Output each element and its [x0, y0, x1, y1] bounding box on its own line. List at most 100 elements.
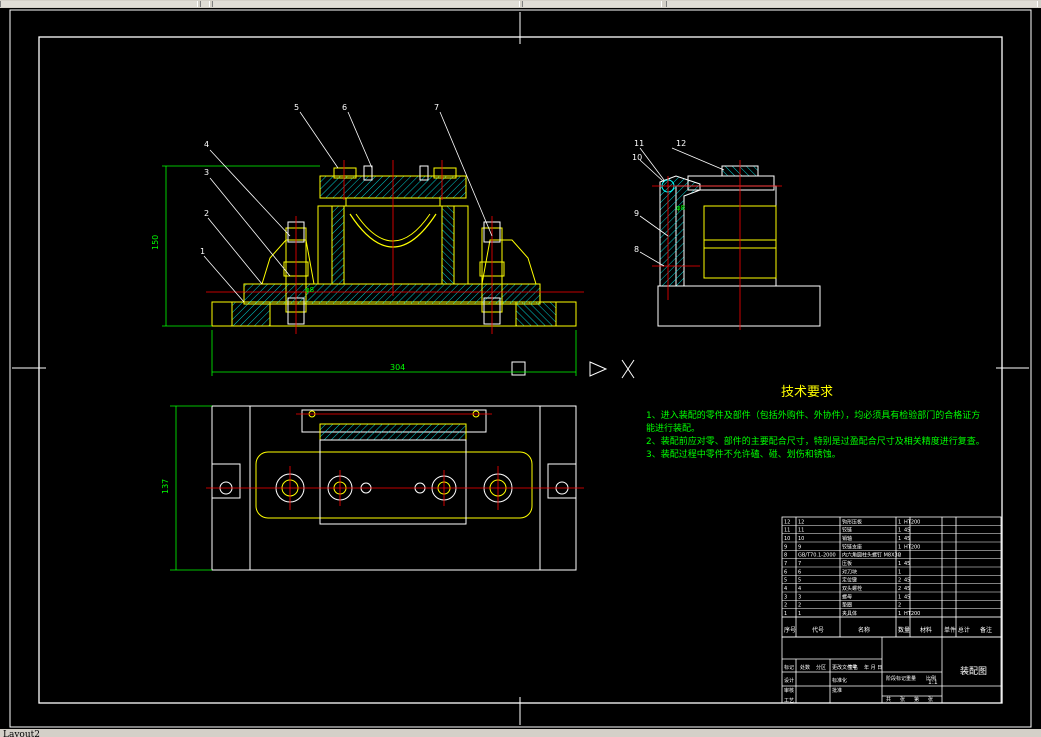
- top-dimensions: [170, 405, 212, 571]
- balloon-11: 11: [634, 139, 644, 148]
- title-block-left-label: 工艺: [784, 698, 794, 704]
- bom-header-cell: 材料: [920, 626, 932, 634]
- bom-cell: 10: [798, 536, 804, 542]
- cad-drawing: 150 304 φ8 1 2 3 4 5 6 7 φ8 11 12 10 9 8…: [9, 9, 1032, 728]
- title-block-sheet-label: 张: [900, 696, 905, 703]
- dim-height-front: 150: [151, 235, 160, 250]
- bom-cell: 5: [784, 578, 787, 584]
- bom-cell: 压板: [842, 560, 852, 567]
- bom-header-cell: 序号: [784, 626, 796, 634]
- bom-cell: 1: [898, 569, 901, 575]
- bom-cell: 销轴: [842, 535, 852, 542]
- tech-req-list: 1、进入装配的零件及部件（包括外购件、外协件），均必须具有检验部门的合格证方能进…: [646, 411, 985, 460]
- bom-cell: 1: [898, 611, 901, 617]
- bom-cell: 2: [798, 603, 801, 609]
- toolbar-segment[interactable]: [522, 1, 662, 7]
- balloon-12: 12: [676, 139, 686, 148]
- bom-cell: 1: [898, 561, 901, 567]
- drawing-name: 装配图: [960, 665, 987, 677]
- title-block-row-label: 签名: [848, 664, 858, 671]
- bom-cell: 内六角圆柱头螺钉 M8X30: [842, 552, 901, 559]
- title-block-mid-label: 标准化: [832, 677, 847, 684]
- balloon-9: 9: [634, 209, 639, 218]
- bom-cell: 1: [898, 519, 901, 525]
- bom-table: [781, 516, 1002, 638]
- balloon-6: 6: [342, 103, 347, 112]
- bom-cell: 2: [898, 578, 901, 584]
- title-block-right-label: 重量: [906, 675, 916, 682]
- bom-cell: 11: [784, 528, 790, 534]
- sheet-outer-border: [9, 9, 1032, 728]
- balloon-2: 2: [204, 209, 209, 218]
- title-block-labels: 标记 处数 分区 更改文件号签名年 月 日设计审核工艺标准化批准阶段标记 重量 比例共张第…: [784, 664, 936, 704]
- dim-height-top: 137: [161, 479, 170, 494]
- bom-cell: 9: [798, 544, 801, 550]
- bom-cell: 4: [798, 586, 801, 592]
- bom-cell: 定位键: [842, 577, 857, 584]
- dim-overall-width: 304: [390, 363, 405, 372]
- bom-cell: 10: [784, 536, 790, 542]
- bom-cell: 9: [784, 544, 787, 550]
- title-block-row-label: 分区: [816, 664, 826, 671]
- bom-cell: 1: [798, 611, 801, 617]
- top-view: [206, 405, 584, 571]
- tech-req-3: 3、装配过程中零件不允许磕、碰、划伤和锈蚀。: [646, 450, 841, 460]
- tech-req-2: 2、装配前应对零、部件的主要配合尺寸，特别是过盈配合尺寸及相关精度进行复查。: [646, 437, 985, 447]
- bom-cell: 双头螺栓: [842, 585, 862, 592]
- bom-cell: 钩形压板: [842, 518, 862, 525]
- centering-marks: [12, 12, 1029, 725]
- bom-cell: 45: [904, 594, 910, 600]
- bom-cell: HT200: [904, 519, 920, 525]
- bom-cell: 对刀块: [842, 568, 857, 575]
- toolbar-segment[interactable]: [200, 1, 210, 7]
- bom-cell: 2: [898, 553, 901, 559]
- bom-cell: 7: [798, 561, 801, 567]
- balloon-7: 7: [434, 103, 439, 112]
- bom-cell: 7: [784, 561, 787, 567]
- bom-cell: 铰链支座: [842, 543, 862, 550]
- title-block-sheet-label: 张: [928, 696, 933, 703]
- projection-symbol: [589, 359, 635, 379]
- bom-cell: 12: [784, 519, 790, 525]
- svg-text:φ8: φ8: [676, 204, 685, 212]
- bom-cell: HT200: [904, 611, 920, 617]
- bom-cell: 1: [784, 611, 787, 617]
- bom-cell: 6: [798, 569, 801, 575]
- title-block-right-label: 比例: [926, 675, 936, 682]
- bom-cell: 螺母: [842, 593, 852, 600]
- bom-cell: 45: [904, 536, 910, 542]
- balloon-10: 10: [632, 153, 642, 162]
- title-block-row-label: 年 月 日: [864, 664, 882, 671]
- bom-cell: 5: [798, 578, 801, 584]
- toolbar-segment[interactable]: [666, 1, 1038, 7]
- bom-cell: 6: [784, 569, 787, 575]
- bom-cell: 4: [784, 586, 787, 592]
- title-block-row-label: 处数: [800, 664, 810, 671]
- bom-cell: 12: [798, 519, 804, 525]
- bom-cell: 45: [904, 578, 910, 584]
- title-block-sheet-label: 第: [914, 696, 919, 703]
- title-block-right-label: 阶段标记: [886, 675, 906, 682]
- balloon-5: 5: [294, 103, 299, 112]
- bom-cell: 铰链: [842, 527, 852, 534]
- balloon-8: 8: [634, 245, 639, 254]
- bom-cell: 45: [904, 586, 910, 592]
- toolbar-segment[interactable]: [212, 1, 520, 7]
- bom-cell: 45: [904, 561, 910, 567]
- balloon-1: 1: [200, 247, 205, 256]
- bom-header-cell: 单件 总计: [944, 626, 970, 634]
- window-top-strip: [0, 0, 1041, 8]
- bom-cell: 1: [898, 536, 901, 542]
- bom-cell: 2: [898, 586, 901, 592]
- status-bar: Layout2: [0, 729, 1041, 737]
- bom-cell: 1: [898, 594, 901, 600]
- bom-cell: GB/T70.1-2000: [798, 553, 836, 559]
- layout-tab[interactable]: Layout2: [0, 729, 43, 737]
- bom-cell: 1: [898, 528, 901, 534]
- front-view: [206, 160, 584, 334]
- title-block-row-label: 标记: [784, 664, 794, 671]
- title-block-left-label: 审核: [784, 687, 794, 694]
- drawing-canvas[interactable]: 150 304 φ8 1 2 3 4 5 6 7 φ8 11 12 10 9 8…: [0, 8, 1041, 729]
- tech-req-title: 技术要求: [781, 385, 833, 400]
- toolbar-segment[interactable]: [0, 1, 198, 7]
